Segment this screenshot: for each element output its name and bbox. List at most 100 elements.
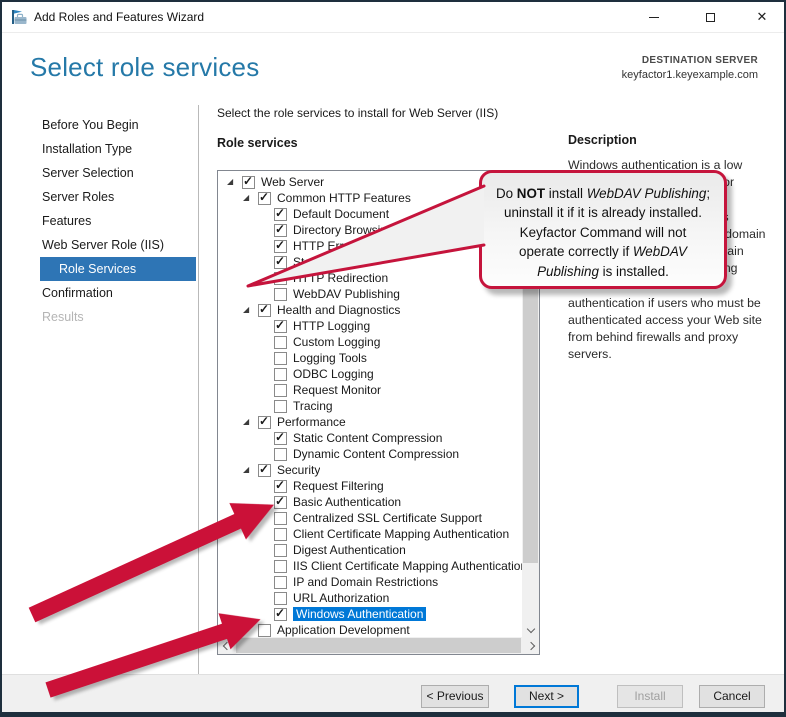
destination-server-name: keyfactor1.keyexample.com [622, 69, 758, 81]
sidebar-item-role-services[interactable]: Role Services [40, 257, 196, 281]
description-title: Description [568, 133, 637, 147]
tree-row-logging-tools[interactable]: Logging Tools [218, 350, 522, 366]
checkbox-dynamic-content-compression[interactable] [274, 448, 287, 461]
tree-row-request-monitor[interactable]: Request Monitor [218, 382, 522, 398]
tree-item-label[interactable]: Logging Tools [293, 351, 367, 365]
tree-row-http-logging[interactable]: ✓ HTTP Logging [218, 318, 522, 334]
tree-item-label[interactable]: IIS Client Certificate Mapping Authentic… [293, 559, 522, 573]
checkbox-client-certificate-mapping-authentication[interactable] [274, 528, 287, 541]
checkbox-performance[interactable]: ✓ [258, 416, 271, 429]
checkbox-ip-and-domain-restrictions[interactable] [274, 576, 287, 589]
minimize-icon[interactable] [638, 2, 670, 32]
webdav-warning-callout: Do NOT install WebDAV Publishing;uninsta… [479, 170, 727, 289]
sidebar-item-server-selection[interactable]: Server Selection [40, 161, 196, 185]
tree-item-label[interactable]: Health and Diagnostics [277, 303, 400, 317]
horizontal-scroll-thumb[interactable] [236, 638, 521, 653]
vertical-scroll-thumb[interactable] [523, 268, 538, 563]
tree-item-label[interactable]: Basic Authentication [293, 495, 401, 509]
checkbox-url-authorization[interactable] [274, 592, 287, 605]
tree-row-odbc-logging[interactable]: ODBC Logging [218, 366, 522, 382]
tree-row-health-and-diagnostics[interactable]: ◢✓ Health and Diagnostics [218, 302, 522, 318]
checkbox-health-and-diagnostics[interactable]: ✓ [258, 304, 271, 317]
wizard-window: Add Roles and Features Wizard ✕ Select r… [0, 0, 786, 717]
tree-item-label[interactable]: Windows Authentication [293, 607, 426, 621]
tree-item-label[interactable]: Application Development [277, 623, 410, 637]
checkbox-request-filtering[interactable]: ✓ [274, 480, 287, 493]
tree-item-label[interactable]: Request Filtering [293, 479, 384, 493]
sidebar-item-confirmation[interactable]: Confirmation [40, 281, 196, 305]
tree-item-label[interactable]: Custom Logging [293, 335, 380, 349]
tree-item-label[interactable]: Client Certificate Mapping Authenticatio… [293, 527, 509, 541]
window-title: Add Roles and Features Wizard [34, 2, 204, 32]
checkbox-tracing[interactable] [274, 400, 287, 413]
tree-item-label[interactable]: Tracing [293, 399, 333, 413]
horizontal-scrollbar[interactable] [218, 637, 539, 654]
tree-item-label[interactable]: Performance [277, 415, 346, 429]
close-icon[interactable]: ✕ [746, 2, 778, 32]
tree-row-digest-authentication[interactable]: Digest Authentication [218, 542, 522, 558]
scroll-down-icon[interactable] [522, 620, 539, 637]
scroll-right-icon[interactable] [522, 637, 539, 654]
cancel-button[interactable]: Cancel [699, 685, 765, 708]
tree-row-security[interactable]: ◢✓ Security [218, 462, 522, 478]
checkmark-icon: ✓ [259, 462, 269, 476]
checkmark-icon: ✓ [259, 302, 269, 316]
callout-line: uninstall it if it is already installed. [482, 203, 724, 222]
sidebar-item-before-you-begin[interactable]: Before You Begin [40, 113, 196, 137]
checkbox-basic-authentication[interactable]: ✓ [274, 496, 287, 509]
tree-item-label[interactable]: URL Authorization [293, 591, 389, 605]
tree-item-label[interactable]: Request Monitor [293, 383, 381, 397]
tree-row-url-authorization[interactable]: URL Authorization [218, 590, 522, 606]
previous-button[interactable]: < Previous [421, 685, 489, 708]
tree-row-static-content-compression[interactable]: ✓ Static Content Compression [218, 430, 522, 446]
tree-row-performance[interactable]: ◢✓ Performance [218, 414, 522, 430]
checkbox-security[interactable]: ✓ [258, 464, 271, 477]
checkmark-icon: ✓ [275, 606, 285, 620]
tree-item-label[interactable]: Security [277, 463, 320, 477]
callout-line: Keyfactor Command will not [482, 223, 724, 242]
sidebar-item-server-roles[interactable]: Server Roles [40, 185, 196, 209]
tree-item-label[interactable]: IP and Domain Restrictions [293, 575, 438, 589]
checkbox-request-monitor[interactable] [274, 384, 287, 397]
checkbox-windows-authentication[interactable]: ✓ [274, 608, 287, 621]
title-bar: Add Roles and Features Wizard ✕ [2, 2, 784, 33]
tree-row-ip-and-domain-restrictions[interactable]: IP and Domain Restrictions [218, 574, 522, 590]
instruction-text: Select the role services to install for … [217, 106, 498, 120]
tree-row-windows-authentication[interactable]: ✓ Windows Authentication [218, 606, 522, 622]
tree-row-iis-client-certificate-mapping-authentication[interactable]: IIS Client Certificate Mapping Authentic… [218, 558, 522, 574]
next-button[interactable]: Next > [514, 685, 579, 708]
tree-item-label[interactable]: Centralized SSL Certificate Support [293, 511, 482, 525]
arrow-shaft [29, 514, 241, 622]
collapse-icon[interactable]: ◢ [225, 174, 242, 190]
tree-item-label[interactable]: Static Content Compression [293, 431, 442, 445]
checkbox-http-logging[interactable]: ✓ [274, 320, 287, 333]
callout-line: operate correctly if WebDAV [482, 242, 724, 261]
destination-server-label: DESTINATION SERVER [622, 55, 758, 66]
callout-line: Do NOT install WebDAV Publishing; [482, 184, 724, 203]
collapse-icon[interactable]: ◢ [241, 302, 258, 318]
checkbox-odbc-logging[interactable] [274, 368, 287, 381]
tree-row-custom-logging[interactable]: Custom Logging [218, 334, 522, 350]
tree-item-label[interactable]: HTTP Logging [293, 319, 370, 333]
collapse-icon[interactable]: ◢ [241, 462, 258, 478]
window-bottom-border [2, 712, 784, 715]
checkbox-digest-authentication[interactable] [274, 544, 287, 557]
sidebar-divider [198, 105, 199, 674]
checkbox-iis-client-certificate-mapping-authentication[interactable] [274, 560, 287, 573]
tree-item-label[interactable]: ODBC Logging [293, 367, 374, 381]
checkbox-custom-logging[interactable] [274, 336, 287, 349]
maximize-icon[interactable] [694, 2, 726, 32]
tree-row-tracing[interactable]: Tracing [218, 398, 522, 414]
checkmark-icon: ✓ [275, 478, 285, 492]
sidebar-item-web-server-role-iis[interactable]: Web Server Role (IIS) [40, 233, 196, 257]
sidebar-item-installation-type[interactable]: Installation Type [40, 137, 196, 161]
tree-item-label[interactable]: Digest Authentication [293, 543, 406, 557]
checkmark-icon: ✓ [275, 318, 285, 332]
tree-item-label[interactable]: Dynamic Content Compression [293, 447, 459, 461]
collapse-icon[interactable]: ◢ [241, 414, 258, 430]
checkbox-logging-tools[interactable] [274, 352, 287, 365]
tree-row-dynamic-content-compression[interactable]: Dynamic Content Compression [218, 446, 522, 462]
role-services-label: Role services [217, 136, 298, 150]
sidebar-item-features[interactable]: Features [40, 209, 196, 233]
checkbox-static-content-compression[interactable]: ✓ [274, 432, 287, 445]
